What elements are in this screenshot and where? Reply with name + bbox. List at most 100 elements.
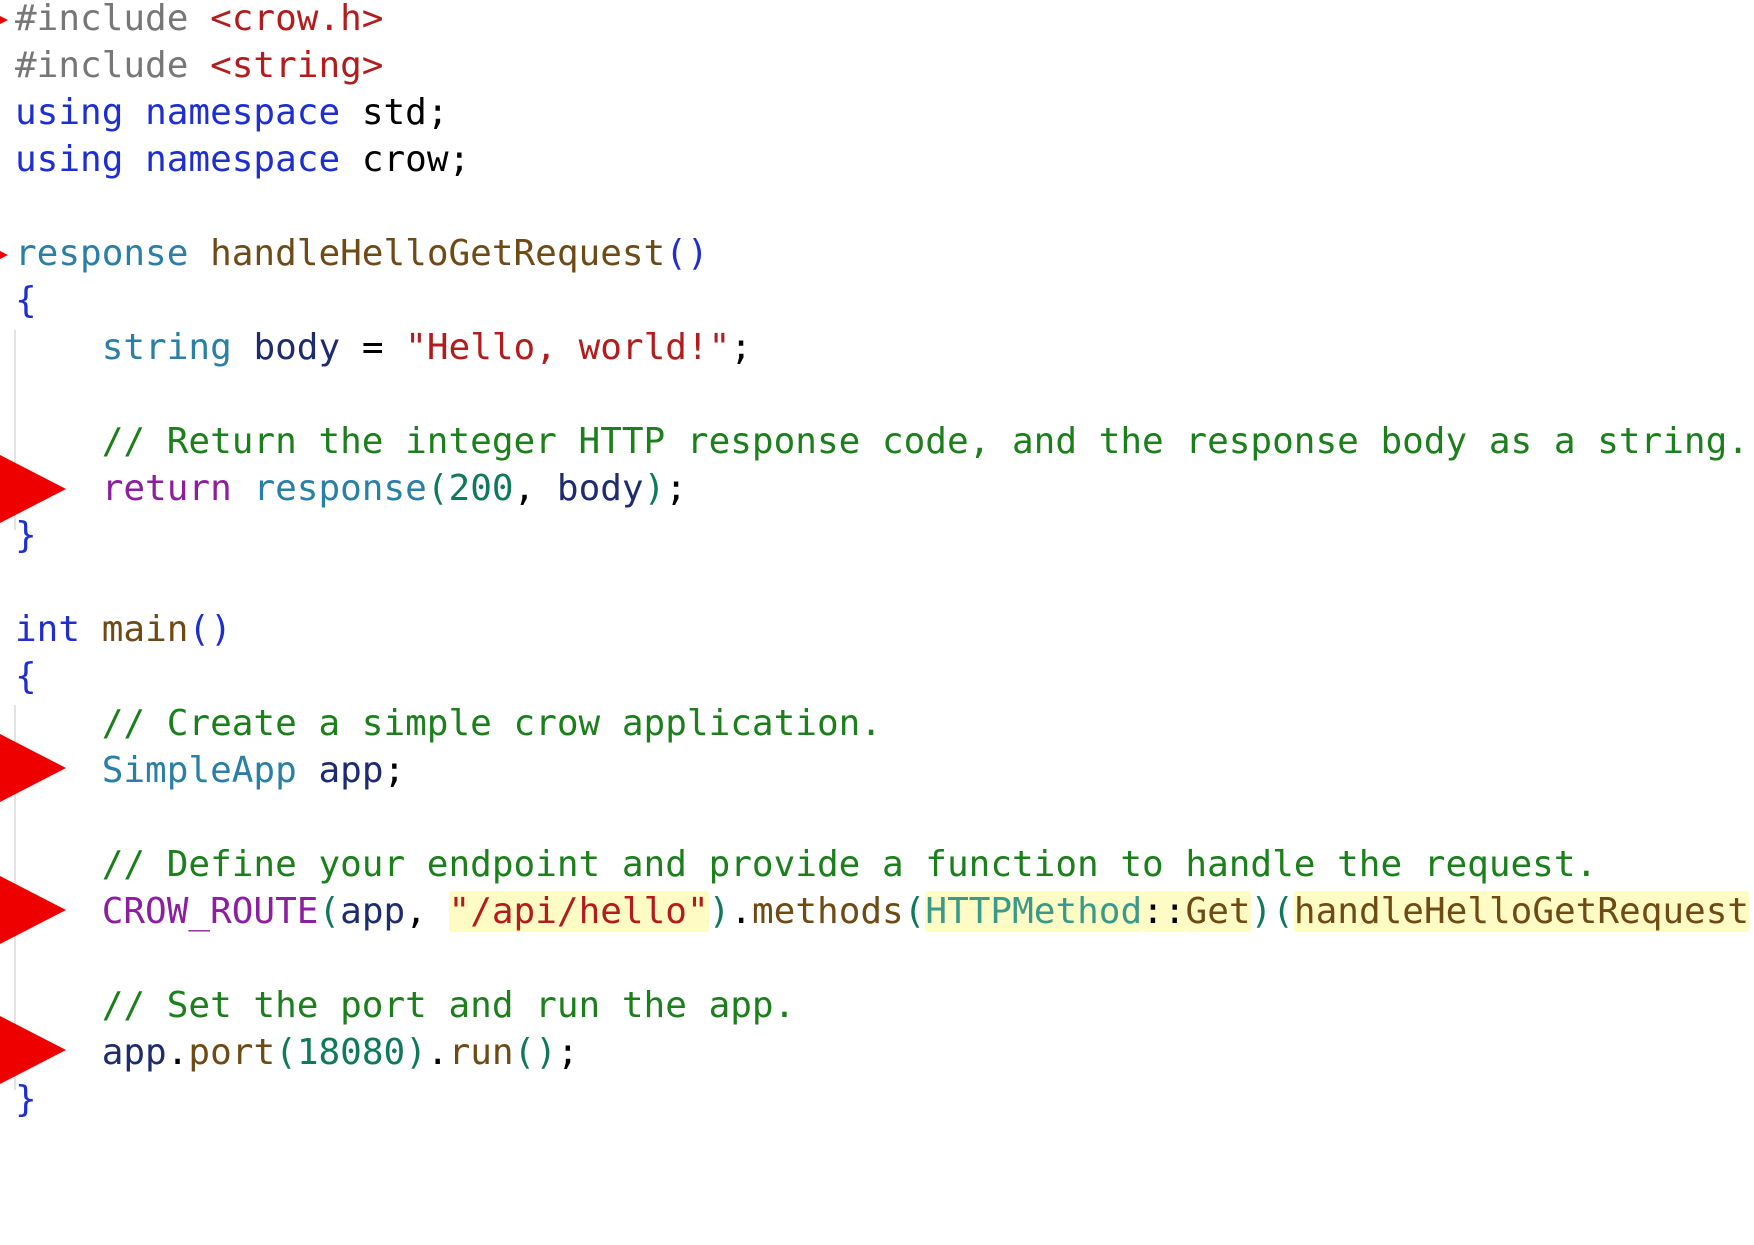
code-token: app: [318, 750, 384, 791]
code-line[interactable]: app.port(18080).run();: [15, 1031, 579, 1083]
code-token: ): [405, 1032, 427, 1073]
code-token: app: [101, 1032, 167, 1073]
code-token: "Hello, world!": [405, 327, 731, 368]
code-token: <string>: [210, 45, 384, 86]
code-token: (): [513, 1032, 557, 1073]
code-token: ): [708, 891, 731, 932]
code-token: body: [556, 468, 644, 509]
code-token: std;: [340, 92, 449, 133]
code-line[interactable]: int main(): [15, 608, 232, 660]
code-token: "/api/hello": [448, 891, 709, 932]
code-token: // Set the port and run the app.: [101, 985, 796, 1026]
code-line[interactable]: // Create a simple crow application.: [15, 702, 882, 754]
code-token: .: [730, 891, 752, 932]
code-token: #include: [15, 0, 211, 39]
code-token: (: [275, 1032, 297, 1073]
code-line[interactable]: }: [15, 1078, 37, 1130]
code-token: ;: [730, 327, 752, 368]
code-token: crow;: [340, 139, 471, 180]
code-token: ::: [1142, 891, 1186, 932]
code-line[interactable]: response handleHelloGetRequest(): [15, 232, 709, 284]
code-token: (): [188, 609, 232, 650]
code-token: ;: [556, 1032, 579, 1073]
code-line[interactable]: // Set the port and run the app.: [15, 984, 796, 1036]
code-token: response: [15, 233, 189, 274]
code-token: ;: [383, 750, 406, 791]
code-token: namespace: [145, 139, 341, 180]
code-token: string: [101, 327, 232, 368]
code-token: body: [253, 327, 341, 368]
code-token: namespace: [145, 92, 341, 133]
code-line[interactable]: // Return the integer HTTP response code…: [15, 420, 1749, 472]
code-token: handleHelloGetRequest: [1293, 891, 1750, 932]
code-line[interactable]: string body = "Hello, world!";: [15, 326, 752, 378]
code-token: run: [448, 1032, 514, 1073]
code-token: handleHelloGetRequest: [210, 233, 666, 274]
code-token: (: [1272, 891, 1294, 932]
code-token: response: [253, 468, 427, 509]
code-line[interactable]: using namespace std;: [15, 91, 449, 143]
code-token: app: [340, 891, 406, 932]
code-token: =: [340, 327, 406, 368]
code-line[interactable]: {: [15, 655, 37, 707]
code-token: 200: [448, 468, 514, 509]
code-line[interactable]: }: [15, 514, 37, 566]
code-token: ): [1749, 891, 1754, 932]
code-line[interactable]: CROW_ROUTE(app, "/api/hello").methods(HT…: [15, 890, 1754, 942]
code-line[interactable]: #include <crow.h>: [15, 0, 383, 49]
code-editor[interactable]: #include <crow.h> #include <string> using …: [0, 0, 1754, 1245]
code-token: int: [15, 609, 81, 650]
code-token: SimpleApp: [101, 750, 297, 791]
code-token: ,: [405, 891, 449, 932]
code-token: (): [665, 233, 709, 274]
code-token: {: [15, 656, 37, 697]
code-line[interactable]: {: [15, 279, 37, 331]
code-token: 18080: [296, 1032, 406, 1073]
code-token: .: [426, 1032, 449, 1073]
code-token: {: [15, 280, 37, 321]
marker-arrow-icon: [0, 16, 8, 24]
code-token: main: [101, 609, 189, 650]
code-token: ): [643, 468, 666, 509]
code-line[interactable]: #include <string>: [15, 44, 383, 96]
code-token: // Return the integer HTTP response code…: [101, 421, 1749, 462]
code-token: ,: [513, 468, 557, 509]
code-token: (: [426, 468, 449, 509]
code-token: using: [15, 139, 124, 180]
code-token: ;: [665, 468, 687, 509]
code-line[interactable]: return response(200, body);: [15, 467, 687, 519]
code-token: (: [318, 891, 341, 932]
code-token: CROW_ROUTE: [101, 891, 319, 932]
code-line[interactable]: using namespace crow;: [15, 138, 470, 190]
marker-arrow-icon: [0, 251, 8, 259]
code-line[interactable]: SimpleApp app;: [15, 749, 405, 801]
code-token: // Create a simple crow application.: [101, 703, 882, 744]
code-token: // Define your endpoint and provide a fu…: [101, 844, 1598, 885]
code-token: methods: [752, 891, 904, 932]
code-token: (: [903, 891, 926, 932]
code-token: ): [1250, 891, 1273, 932]
code-token: using: [15, 92, 124, 133]
code-token: Get: [1185, 891, 1251, 932]
code-token: HTTPMethod: [925, 891, 1143, 932]
code-token: .: [166, 1032, 189, 1073]
code-line[interactable]: // Define your endpoint and provide a fu…: [15, 843, 1598, 895]
code-token: #include: [15, 45, 211, 86]
code-token: }: [15, 1079, 37, 1120]
code-token: <crow.h>: [210, 0, 384, 39]
